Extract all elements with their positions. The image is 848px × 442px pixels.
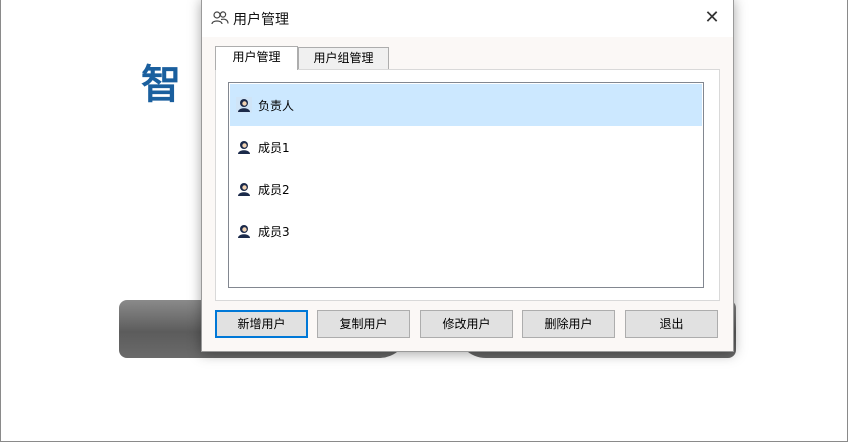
list-item-user-2[interactable]: 成员2 [230, 168, 702, 210]
exit-button[interactable]: 退出 [625, 310, 718, 338]
tab-user-management[interactable]: 用户管理 [215, 46, 298, 70]
tab-user-group-management[interactable]: 用户组管理 [298, 47, 389, 69]
delete-user-button[interactable]: 删除用户 [522, 310, 615, 338]
user-icon [236, 97, 252, 113]
list-item-user-0[interactable]: 负责人 [230, 84, 702, 126]
add-user-button[interactable]: 新增用户 [215, 310, 308, 338]
tab-panel: 负责人 成员1 成员2 成员3 [215, 69, 720, 301]
user-name: 负责人 [258, 98, 295, 113]
dialog-title: 用户管理 [233, 12, 289, 28]
list-item-user-3[interactable]: 成员3 [230, 210, 702, 252]
background-app-title: 智 [141, 61, 183, 108]
dialog-titlebar: 用户管理 ✕ [202, 0, 733, 37]
user-name: 成员2 [258, 182, 290, 197]
list-item-user-1[interactable]: 成员1 [230, 126, 702, 168]
user-list[interactable]: 负责人 成员1 成员2 成员3 [228, 82, 704, 288]
copy-user-button[interactable]: 复制用户 [317, 310, 410, 338]
tab-label: 用户组管理 [313, 51, 374, 65]
user-icon [238, 141, 250, 154]
user-name: 成员1 [258, 140, 290, 155]
user-management-dialog: 用户管理 ✕ 用户管理 用户组管理 负责人 成员1 成员2 成员3 新增用户 复… [201, 0, 734, 352]
tab-label: 用户管理 [232, 50, 281, 64]
close-icon: ✕ [704, 7, 720, 28]
close-button[interactable]: ✕ [699, 5, 725, 31]
user-icon [238, 225, 250, 238]
edit-user-button[interactable]: 修改用户 [420, 310, 513, 338]
users-icon [211, 11, 229, 25]
user-icon [238, 183, 250, 196]
user-name: 成员3 [258, 224, 290, 239]
